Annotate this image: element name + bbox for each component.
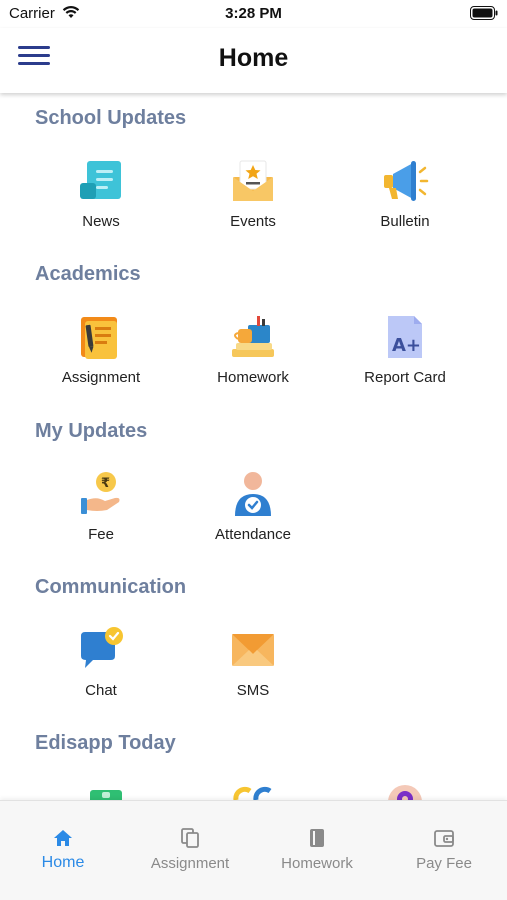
edisapp-today-icon[interactable] — [88, 786, 124, 800]
tab-homework[interactable]: Homework — [254, 801, 380, 900]
assignment-label: Assignment — [61, 369, 141, 386]
chat-icon — [81, 627, 123, 668]
home-icon — [54, 830, 72, 846]
envelope-icon — [232, 634, 274, 666]
chat-label: Chat — [85, 682, 117, 699]
app-header: Home — [0, 28, 507, 93]
svg-text:₹: ₹ — [101, 476, 110, 491]
news-label: News — [82, 213, 120, 230]
fee-label: Fee — [88, 526, 114, 543]
status-time: 3:28 PM — [225, 5, 282, 22]
assignment-tile[interactable]: Assignment — [25, 313, 177, 403]
news-icon — [80, 161, 121, 199]
section-title-my-updates: My Updates — [35, 420, 148, 442]
battery-icon — [470, 6, 498, 20]
events-icon — [233, 160, 273, 201]
book-icon — [310, 829, 324, 847]
section-title-communication: Communication — [35, 576, 187, 598]
events-tile[interactable]: Events — [177, 157, 329, 247]
homework-icon — [232, 316, 274, 357]
events-label: Events — [230, 213, 276, 230]
fee-tile[interactable]: ₹ Fee — [25, 470, 177, 560]
homework-tile[interactable]: Homework — [177, 313, 329, 403]
section-title-school-updates: School Updates — [35, 107, 187, 129]
attendance-icon — [235, 472, 271, 516]
chat-tile[interactable]: Chat — [25, 626, 177, 716]
bulletin-tile[interactable]: Bulletin — [329, 157, 481, 247]
tab-home[interactable]: Home — [0, 801, 126, 900]
sms-tile[interactable]: SMS — [177, 626, 329, 716]
tab-homework-label: Homework — [281, 855, 353, 872]
attendance-tile[interactable]: Attendance — [177, 470, 329, 560]
megaphone-icon — [384, 161, 429, 201]
tab-pay-fee[interactable]: Pay Fee — [381, 801, 507, 900]
settings-gear-icon[interactable] — [386, 783, 424, 800]
tab-assignment-label: Assignment — [150, 855, 230, 872]
assignment-icon — [81, 317, 117, 359]
bulletin-label: Bulletin — [380, 213, 430, 230]
homework-label: Homework — [217, 369, 289, 386]
tab-pay-fee-label: Pay Fee — [416, 855, 472, 872]
edisapp-today-icon[interactable] — [232, 786, 274, 800]
home-content[interactable]: School Updates News Events Bulletin Acad… — [0, 93, 507, 800]
rupee-hand-icon: ₹ — [81, 472, 120, 514]
section-title-academics: Academics — [35, 263, 141, 285]
tab-home-label: Home — [41, 854, 85, 871]
status-bar: Carrier 3:28 PM — [0, 0, 507, 28]
copy-icon — [181, 828, 199, 848]
attendance-label: Attendance — [215, 526, 291, 543]
wallet-icon — [434, 830, 454, 847]
news-tile[interactable]: News — [25, 157, 177, 247]
report-card-tile[interactable]: A+ Report Card — [329, 313, 481, 403]
sms-label: SMS — [236, 682, 270, 699]
report-card-label: Report Card — [364, 369, 446, 386]
section-title-edisapp-today: Edisapp Today — [35, 732, 176, 754]
svg-text:A+: A+ — [392, 335, 421, 356]
page-title: Home — [218, 44, 289, 72]
bottom-tab-bar: Home Assignment Homework Pay Fee — [0, 800, 507, 900]
report-card-icon: A+ — [388, 316, 422, 358]
tab-assignment[interactable]: Assignment — [127, 801, 253, 900]
